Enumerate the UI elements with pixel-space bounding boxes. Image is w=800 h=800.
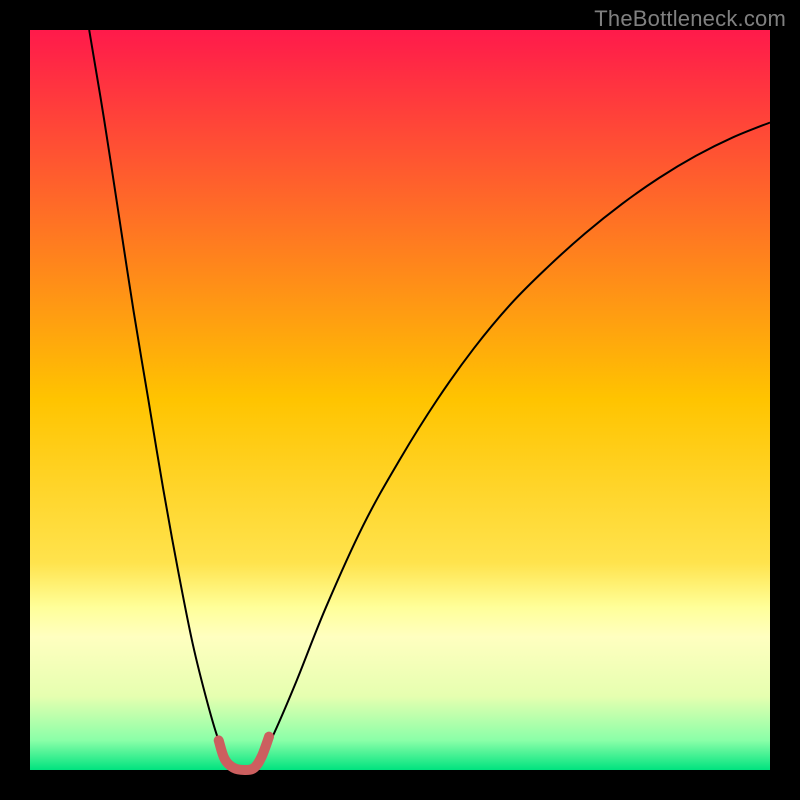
chart-frame: { "watermark": "TheBottleneck.com", "cha…	[0, 0, 800, 800]
plot-background	[30, 30, 770, 770]
watermark-text: TheBottleneck.com	[594, 6, 786, 32]
bottleneck-chart	[0, 0, 800, 800]
